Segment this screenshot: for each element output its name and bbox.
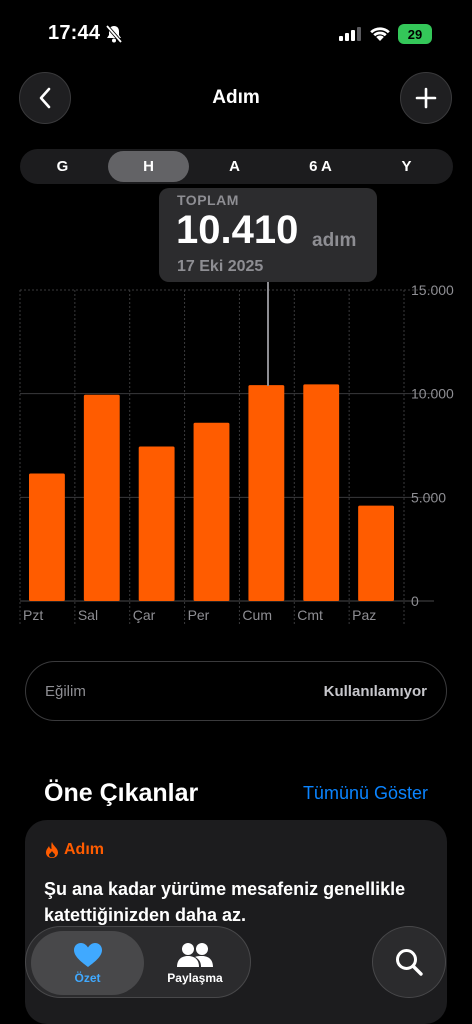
segment-year[interactable]: Y: [366, 151, 447, 182]
battery-icon: 29: [398, 24, 432, 44]
segment-month[interactable]: A: [194, 151, 275, 182]
highlight-message: Şu ana kadar yürüme mesafeniz genellikle…: [44, 879, 406, 925]
add-button[interactable]: [400, 72, 452, 124]
x-tick-label: Pzt: [23, 607, 43, 623]
tooltip-value: 10.410: [176, 208, 299, 252]
bar-cum: [248, 385, 285, 601]
people-icon: [177, 942, 213, 967]
plus-icon: [415, 87, 437, 109]
highlight-category-label: Adım: [64, 841, 104, 858]
trend-label: Eğilim: [45, 683, 86, 700]
tooltip-pointer-line: [267, 282, 269, 386]
tab-sharing[interactable]: Paylaşma: [144, 931, 246, 995]
flame-icon: [46, 842, 58, 858]
segment-day[interactable]: G: [22, 151, 103, 182]
y-tick-label: 10.000: [411, 386, 454, 402]
tooltip-unit: adım: [312, 230, 357, 251]
highlight-category: Adım: [44, 841, 104, 859]
y-tick-label: 15.000: [411, 282, 454, 298]
status-time: 17:44: [48, 22, 101, 44]
x-tick-label: Cum: [242, 607, 272, 623]
segment-week[interactable]: H: [108, 151, 189, 182]
tooltip-label: TOPLAM: [177, 192, 239, 208]
segment-six-months[interactable]: 6 A: [280, 151, 361, 182]
trend-row[interactable]: Eğilim Kullanılamıyor: [25, 661, 447, 721]
tab-summary[interactable]: Özet: [31, 931, 144, 995]
bar-çar: [138, 446, 175, 601]
y-tick-label: 0: [411, 593, 419, 609]
trend-value: Kullanılamıyor: [323, 683, 427, 700]
heart-icon: [73, 942, 102, 967]
x-tick-label: Sal: [78, 607, 98, 623]
y-tick-label: 5.000: [411, 489, 446, 505]
bell-slash-icon: [105, 24, 123, 44]
wifi-icon: [370, 27, 390, 41]
highlights-title: Öne Çıkanlar: [44, 779, 199, 807]
selection-tooltip: TOPLAM 10.410 adım 17 Eki 2025: [159, 188, 377, 282]
bar-sal: [83, 394, 120, 601]
tooltip-date: 17 Eki 2025: [177, 258, 264, 275]
time-range-segmented-control: G H A 6 A Y: [20, 149, 453, 184]
x-tick-label: Çar: [133, 607, 156, 623]
bar-per: [193, 422, 230, 601]
search-button[interactable]: [372, 926, 446, 998]
signal-icon: [339, 27, 361, 41]
x-tick-label: Paz: [352, 607, 376, 623]
x-tick-label: Cmt: [297, 607, 323, 623]
status-bar: 17:44 29: [0, 0, 472, 60]
bar-pzt: [29, 473, 65, 601]
search-icon: [396, 949, 423, 976]
show-all-link[interactable]: Tümünü Göster: [303, 783, 428, 804]
battery-level: 29: [407, 26, 423, 42]
tab-bar: Özet Paylaşma: [25, 926, 251, 998]
bar-cmt: [303, 384, 340, 601]
tab-sharing-label: Paylaşma: [167, 970, 223, 985]
x-tick-label: Per: [188, 607, 210, 623]
bar-paz: [358, 505, 394, 601]
tab-summary-label: Özet: [74, 970, 101, 985]
